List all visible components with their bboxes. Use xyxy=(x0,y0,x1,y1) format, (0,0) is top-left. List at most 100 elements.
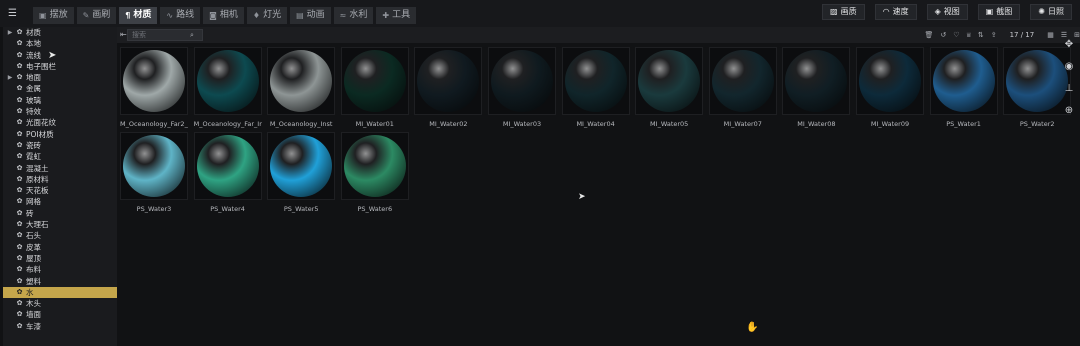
tab-brush[interactable]: ✎ 画刷 xyxy=(76,7,117,24)
material-name: PS_Water1 xyxy=(946,120,981,128)
material-card[interactable]: PS_Water4 xyxy=(193,132,262,213)
sidebar-item-label: 原材料 xyxy=(26,174,49,184)
world-icon[interactable]: ⊕ xyxy=(1065,105,1073,117)
tab-light[interactable]: ♦ 灯光 xyxy=(246,7,288,24)
material-card[interactable]: PS_Water3 xyxy=(120,132,188,213)
material-sphere-preview xyxy=(417,50,480,112)
sunlight-button[interactable]: ✺ 日照 xyxy=(1030,4,1072,20)
camera-icon: ◙ xyxy=(209,11,217,20)
material-name: M_Oceanology_Inst xyxy=(269,120,333,128)
sidebar-item[interactable]: ▶ ✿ 材质 xyxy=(3,27,117,38)
sidebar-item[interactable]: ✿ 石头 xyxy=(3,230,117,241)
gear-icon: ✿ xyxy=(16,28,23,36)
grid-large-icon[interactable]: ▦ xyxy=(1047,31,1054,39)
sidebar-item[interactable]: ✿ 霓虹 xyxy=(3,151,117,162)
sidebar-item-label: 网格 xyxy=(26,197,41,207)
sidebar-item[interactable]: ✿ 瓷砖 xyxy=(3,140,117,151)
list-view-icon[interactable]: ☰ xyxy=(1061,31,1067,39)
sidebar-item[interactable]: ✿ 光面花纹 xyxy=(3,117,117,128)
material-card[interactable]: MI_Water01 xyxy=(340,47,409,128)
sidebar-item[interactable]: ✿ 特效 xyxy=(3,106,117,117)
history-icon[interactable]: ↺ xyxy=(940,31,946,39)
sidebar-item[interactable]: ✿ 网格 xyxy=(3,196,117,207)
material-thumbnail xyxy=(193,132,262,200)
back-icon[interactable]: ⇤ xyxy=(120,30,127,39)
sidebar-item[interactable]: ✿ 皮革 xyxy=(3,242,117,253)
quality-label: 画质 xyxy=(840,7,857,16)
sidebar-item[interactable]: ✿ 电子围栏 xyxy=(3,61,117,72)
trash-icon[interactable]: 🗑 xyxy=(925,31,934,39)
sidebar-item[interactable]: ✿ 混凝土 xyxy=(3,163,117,174)
sort-icon[interactable]: ⇅ xyxy=(978,31,984,39)
material-sphere-preview xyxy=(638,50,701,112)
material-card[interactable]: MI_Water04 xyxy=(561,47,630,128)
top-bar: ☰ ▣ 摆放 ✎ 画刷 ¶ 材质 ∿ 路线 ◙ 相机 ♦ 灯光 ▤ 动画 ≈ 水利 ✚ 工具 ▨ 画… xyxy=(0,0,1080,27)
view-button[interactable]: ◈ 视图 xyxy=(926,4,968,20)
tab-tools[interactable]: ✚ 工具 xyxy=(376,7,417,24)
sidebar-item[interactable]: ✿ 原材料 xyxy=(3,174,117,185)
screenshot-button[interactable]: ▣ 截图 xyxy=(977,4,1021,20)
sidebar-item[interactable]: ✿ 屋顶 xyxy=(3,253,117,264)
sidebar-item[interactable]: ✿ 天花板 xyxy=(3,185,117,196)
sidebar-item[interactable]: ✿ 车漆 xyxy=(3,321,117,332)
material-card[interactable]: PS_Water6 xyxy=(340,132,409,213)
gear-icon: ✿ xyxy=(16,118,23,127)
upload-icon[interactable]: ⇪ xyxy=(991,31,997,39)
material-name: PS_Water2 xyxy=(1019,120,1055,128)
filter-icon[interactable]: ⩸ xyxy=(967,31,971,40)
sidebar-item-label: 大理石 xyxy=(26,220,49,230)
sidebar-item[interactable]: ✿ 流线 xyxy=(3,50,117,61)
chevron-right-icon[interactable]: ▶ xyxy=(5,27,15,38)
gear-icon: ✿ xyxy=(16,61,23,70)
tab-route[interactable]: ∿ 路线 xyxy=(160,7,201,24)
quality-button[interactable]: ▨ 画质 xyxy=(822,4,865,20)
material-card[interactable]: MI_Water03 xyxy=(488,47,556,128)
sidebar-item[interactable]: ✿ 墙面 xyxy=(3,309,117,320)
favorite-icon[interactable]: ♡ xyxy=(953,31,959,39)
tab-animation[interactable]: ▤ 动画 xyxy=(290,7,331,24)
speed-button[interactable]: ◠ 速度 xyxy=(874,4,917,20)
material-card[interactable]: M_Oceanology_Inst xyxy=(267,47,336,128)
view-label: 视图 xyxy=(943,7,960,16)
gear-icon: ✿ xyxy=(16,50,23,59)
sidebar-item-label: 石头 xyxy=(26,231,41,241)
material-card[interactable]: MI_Water09 xyxy=(856,47,924,128)
sidebar-item[interactable]: ✿ 布料 xyxy=(3,264,117,275)
tab-water[interactable]: ≈ 水利 xyxy=(333,7,374,24)
sidebar-item[interactable]: ✿ 金属 xyxy=(3,83,117,94)
material-card[interactable]: MI_Water08 xyxy=(782,47,851,128)
globe-icon[interactable]: ◉ xyxy=(1065,61,1074,73)
sidebar-item[interactable]: ✿ 玻璃 xyxy=(3,95,117,106)
chevron-right-icon[interactable]: ▶ xyxy=(5,72,15,83)
search-icon[interactable]: ⌕ xyxy=(190,31,194,40)
tab-camera[interactable]: ◙ 相机 xyxy=(203,7,244,24)
material-card[interactable]: PS_Water2 xyxy=(1003,47,1072,128)
gear-icon: ✿ xyxy=(16,95,23,104)
search-input[interactable] xyxy=(128,31,188,39)
sidebar-item[interactable]: ▶ ✿ 地面 xyxy=(3,72,117,83)
material-card[interactable]: PS_Water1 xyxy=(929,47,998,128)
sidebar-item[interactable]: ✿ 大理石 xyxy=(3,219,117,230)
sidebar-item[interactable]: ✿ 砖 xyxy=(3,208,117,219)
sidebar-item[interactable]: ✿ 水 xyxy=(3,286,117,299)
grid-small-icon[interactable]: ⊞ xyxy=(1074,31,1080,39)
material-card[interactable]: MI_Water02 xyxy=(414,47,483,128)
material-thumbnail xyxy=(708,47,777,115)
tab-material[interactable]: ¶ 材质 xyxy=(119,7,158,24)
material-thumbnail xyxy=(267,132,336,200)
material-card[interactable]: M_Oceanology_Far_Inst xyxy=(193,47,262,128)
material-card[interactable]: PS_Water5 xyxy=(267,132,336,213)
sidebar-item[interactable]: ✿ 木头 xyxy=(3,298,117,309)
material-card[interactable]: M_Oceanology_Far2_Inst xyxy=(120,47,188,128)
sidebar-item[interactable]: ✿ 本地 xyxy=(3,38,117,49)
axis-icon[interactable]: ⊥ xyxy=(1065,83,1074,95)
tab-place[interactable]: ▣ 摆放 xyxy=(33,7,74,24)
gear-icon: ✿ xyxy=(16,152,23,161)
menu-toggle-icon[interactable]: ☰ xyxy=(8,8,22,20)
move-icon[interactable]: ✥ xyxy=(1065,39,1073,51)
sidebar-item-label: 霓虹 xyxy=(26,152,41,162)
material-card[interactable]: MI_Water05 xyxy=(635,47,704,128)
material-card[interactable]: MI_Water07 xyxy=(708,47,777,128)
sidebar-item[interactable]: ✿ POI材质 xyxy=(3,129,117,140)
sidebar-item[interactable]: ✿ 塑料 xyxy=(3,276,117,287)
